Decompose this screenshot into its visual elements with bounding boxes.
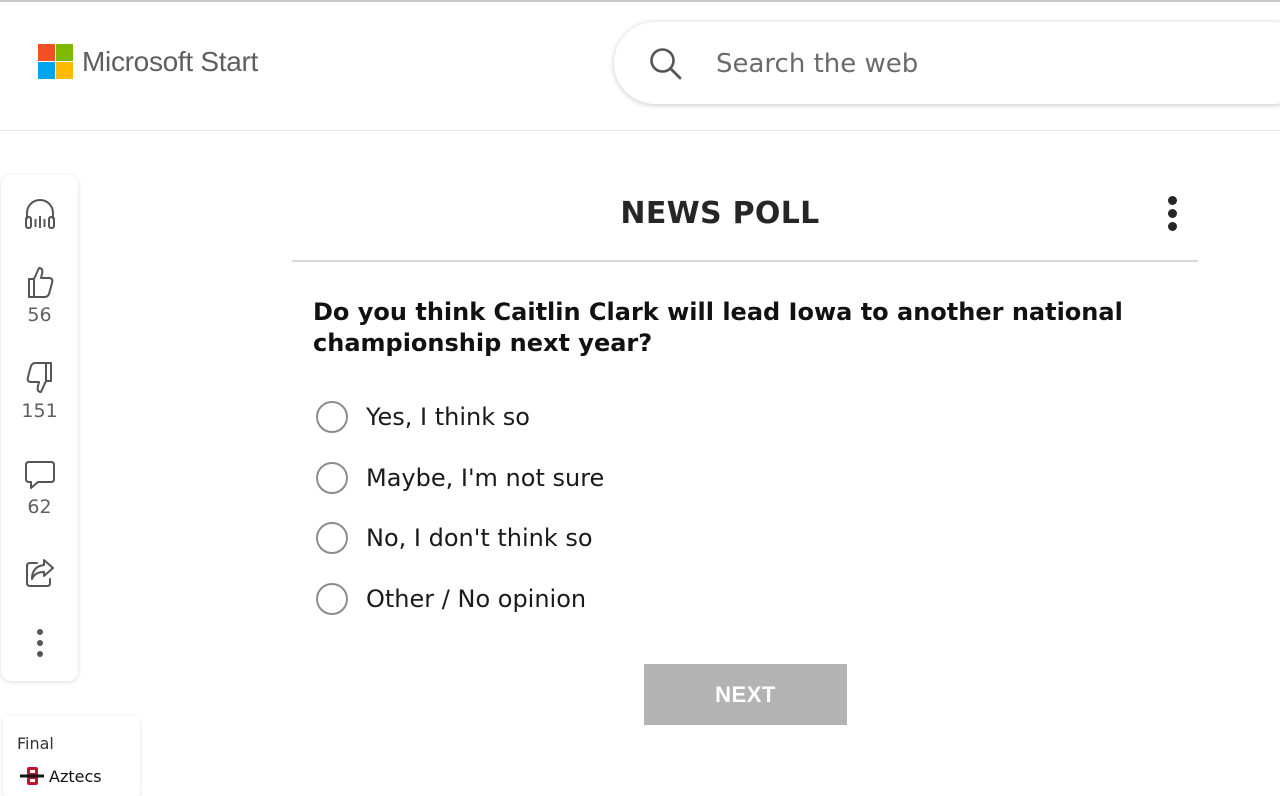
comment-count: 62 xyxy=(27,496,52,518)
comments-button[interactable]: 62 xyxy=(1,459,78,518)
search-box[interactable] xyxy=(614,22,1280,104)
more-actions-button[interactable] xyxy=(1,627,78,659)
poll-question: Do you think Caitlin Clark will lead Iow… xyxy=(313,298,1123,357)
dislike-button[interactable]: 151 xyxy=(1,361,78,422)
listen-button[interactable] xyxy=(1,197,78,231)
thumbs-down-icon xyxy=(26,362,52,393)
article-action-rail: 56 151 62 xyxy=(1,175,78,681)
search-input[interactable] xyxy=(714,40,1278,88)
sports-score-card[interactable]: Final Aztecs xyxy=(3,716,140,796)
poll-option-other[interactable]: Other / No opinion xyxy=(316,580,586,618)
dislike-count: 151 xyxy=(21,400,58,422)
radio-button[interactable] xyxy=(316,583,348,615)
comment-icon xyxy=(24,461,55,489)
poll-option-label: Maybe, I'm not sure xyxy=(366,464,605,492)
site-header: Microsoft Start xyxy=(0,2,1280,131)
headphones-icon xyxy=(24,199,55,229)
radio-button[interactable] xyxy=(316,522,348,554)
radio-button[interactable] xyxy=(316,462,348,494)
poll-option-yes[interactable]: Yes, I think so xyxy=(316,398,530,436)
sdsu-aztecs-logo-icon xyxy=(20,767,44,785)
team-row: Aztecs xyxy=(19,766,102,786)
share-icon xyxy=(25,559,54,587)
poll-option-maybe[interactable]: Maybe, I'm not sure xyxy=(316,459,604,497)
radio-button[interactable] xyxy=(316,401,348,433)
poll-option-no[interactable]: No, I don't think so xyxy=(316,519,593,557)
game-status: Final xyxy=(17,734,54,753)
poll-option-label: Yes, I think so xyxy=(366,403,530,431)
thumbs-up-icon xyxy=(27,267,53,298)
poll-option-label: No, I don't think so xyxy=(366,524,593,552)
poll-more-options-icon[interactable] xyxy=(1154,192,1190,234)
like-count: 56 xyxy=(27,304,52,326)
team-name: Aztecs xyxy=(49,766,102,786)
like-button[interactable]: 56 xyxy=(1,265,78,326)
brand-name: Microsoft Start xyxy=(82,45,258,77)
next-button[interactable]: NEXT xyxy=(644,664,847,725)
microsoft-start-logo[interactable]: Microsoft Start xyxy=(38,44,258,79)
poll-header: NEWS POLL xyxy=(292,180,1198,262)
poll-title: NEWS POLL xyxy=(620,196,820,231)
more-vertical-icon xyxy=(36,629,43,657)
search-icon[interactable] xyxy=(648,46,684,82)
share-button[interactable] xyxy=(1,557,78,589)
poll-option-label: Other / No opinion xyxy=(366,585,587,613)
microsoft-logo-icon xyxy=(38,44,73,79)
